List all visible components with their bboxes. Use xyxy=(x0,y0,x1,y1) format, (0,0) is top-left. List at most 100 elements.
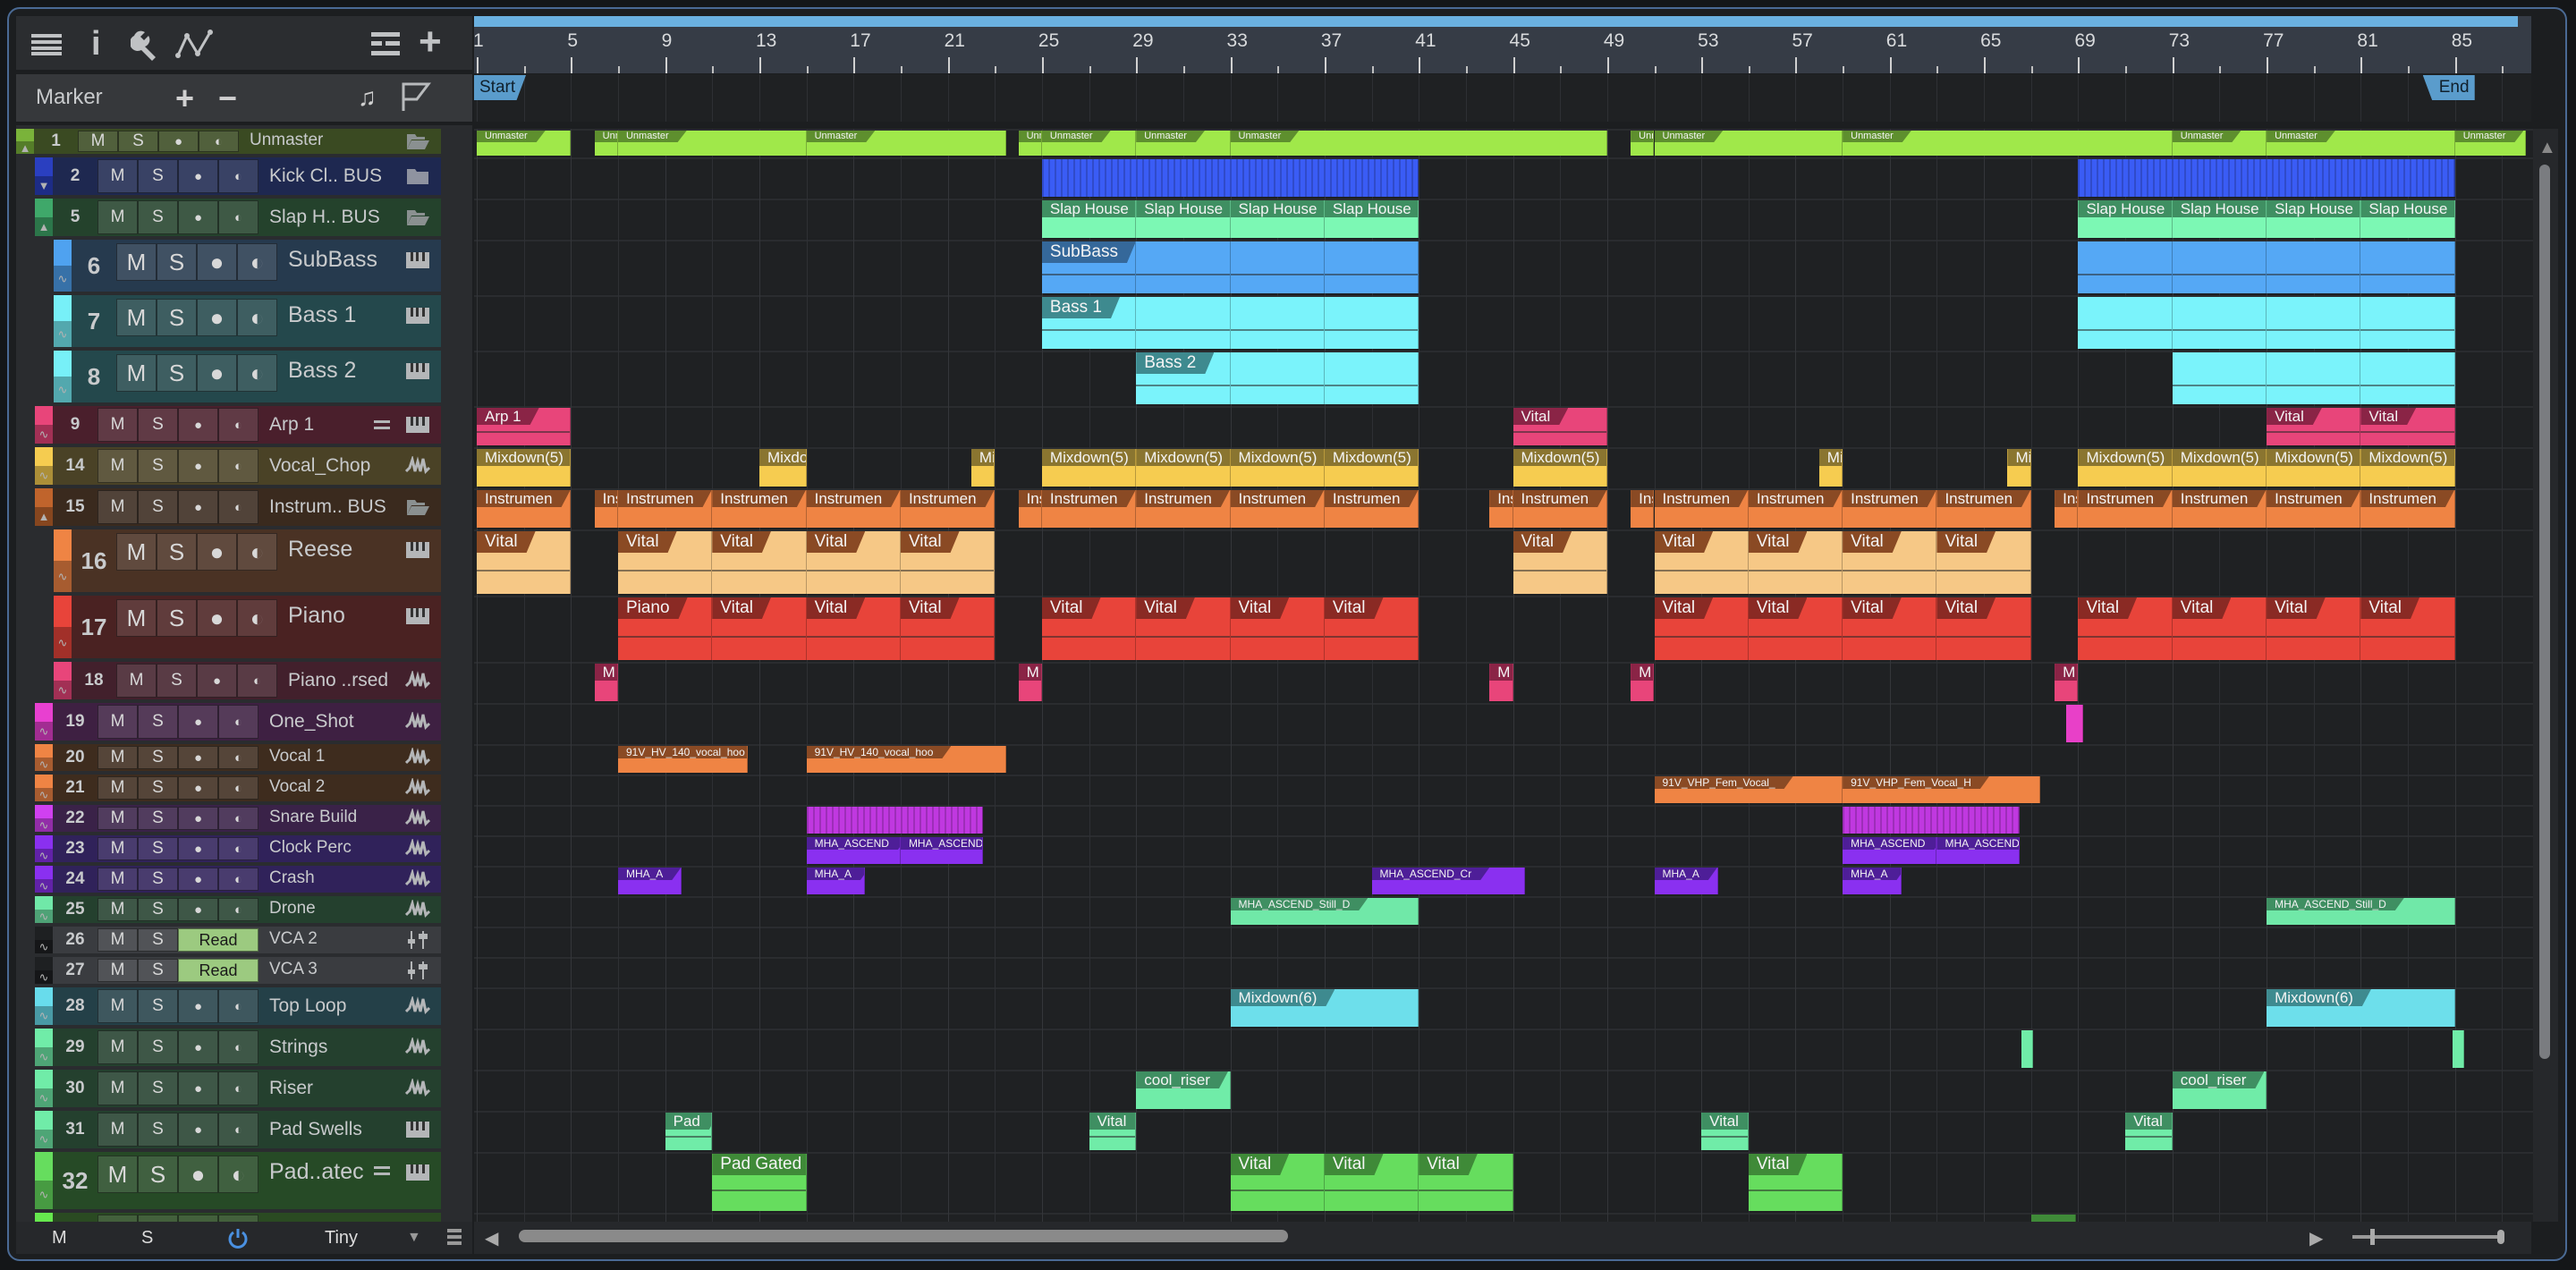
monitor-button[interactable]: ◐ xyxy=(218,1156,258,1193)
track-color-swatch[interactable] xyxy=(35,896,53,910)
track-color-strip[interactable]: ▼ xyxy=(35,157,53,195)
clip[interactable]: Instrumen xyxy=(1041,490,1137,528)
clip[interactable] xyxy=(2172,352,2267,404)
track-name[interactable]: Slap H.. BUS xyxy=(269,207,401,228)
mute-button[interactable]: M xyxy=(97,159,138,193)
track-name[interactable]: Reese xyxy=(288,537,401,563)
track-color-strip[interactable]: ▲ xyxy=(16,129,34,155)
mute-button[interactable]: M xyxy=(97,1071,138,1105)
track-color-swatch[interactable] xyxy=(35,1213,53,1222)
clip[interactable]: MHA_ASCEND_Still_D xyxy=(2267,898,2455,925)
clip[interactable]: Vital xyxy=(1654,531,1749,594)
monitor-button[interactable]: ◐ xyxy=(218,159,258,193)
clip[interactable]: Instrumen xyxy=(617,490,713,528)
track-header[interactable]: ∿ 9 M S ● ◐ Arp 1 xyxy=(16,406,441,444)
automation-icon[interactable] xyxy=(174,29,217,61)
clip[interactable]: Mixdown(5) xyxy=(2360,449,2455,487)
solo-button[interactable]: S xyxy=(138,408,178,442)
automation-wave-icon[interactable]: ∿ xyxy=(39,758,49,772)
clip[interactable] xyxy=(1230,297,1325,349)
track-color-strip[interactable]: ∿ xyxy=(35,896,53,923)
clip[interactable] xyxy=(1843,807,2020,834)
track-color-strip[interactable]: ∿ xyxy=(54,240,72,292)
automation-toggle[interactable]: ▲ xyxy=(35,507,53,526)
track-color-swatch[interactable] xyxy=(54,351,72,377)
clip[interactable] xyxy=(2172,297,2267,349)
track-color-strip[interactable]: ∿ xyxy=(54,351,72,402)
automation-wave-icon[interactable]: ∿ xyxy=(39,469,49,483)
clip[interactable]: Mixdown(5) xyxy=(1136,449,1231,487)
track-header[interactable]: ∿ 31 M S ● ◐ Pad Swells xyxy=(16,1111,441,1148)
track-color-strip[interactable]: ∿ xyxy=(35,1070,53,1107)
track-header[interactable]: ∿ 20 M S ● ◐ Vocal 1 xyxy=(16,744,441,771)
track-color-swatch[interactable] xyxy=(35,835,53,849)
mute-button[interactable]: M xyxy=(97,1030,138,1064)
track-color-swatch[interactable] xyxy=(54,295,72,321)
monitor-button[interactable]: ◐ xyxy=(237,354,277,392)
clip[interactable]: Mixdown(5) xyxy=(2007,449,2031,487)
automation-wave-icon[interactable]: ∿ xyxy=(39,1009,49,1023)
automation-toggle[interactable]: ∿ xyxy=(35,1130,53,1148)
automation-toggle[interactable]: ∿ xyxy=(35,1006,53,1025)
track-name[interactable]: Top Loop xyxy=(269,995,401,1017)
clip[interactable]: Vital xyxy=(1748,531,1843,594)
clip[interactable]: M xyxy=(1018,664,1042,701)
track-color-swatch[interactable] xyxy=(35,1029,53,1047)
clip[interactable]: MHA_ASCEND xyxy=(1936,837,2020,864)
clip[interactable]: M xyxy=(1489,664,1513,701)
solo-button[interactable]: S xyxy=(138,989,178,1023)
automation-wave-icon[interactable]: ∿ xyxy=(58,570,68,584)
clip[interactable]: Instrumen xyxy=(900,490,996,528)
record-button[interactable]: ● xyxy=(178,449,218,483)
clip[interactable]: Vital xyxy=(2078,597,2173,660)
record-button[interactable]: ● xyxy=(197,354,237,392)
clip[interactable]: Vital xyxy=(1513,531,1607,594)
track-color-swatch[interactable] xyxy=(35,744,53,758)
track-header[interactable]: ∿ 16 M S ● ◐ Reese xyxy=(16,529,441,592)
record-button[interactable]: ● xyxy=(178,1156,218,1193)
clip[interactable]: Vital xyxy=(1843,597,1937,660)
track-color-swatch[interactable] xyxy=(35,866,53,879)
track-color-strip[interactable]: ∿ xyxy=(35,957,53,984)
track-header[interactable]: ∿MS●◐ xyxy=(16,1213,441,1222)
track-lane[interactable] xyxy=(474,775,2533,803)
clip[interactable] xyxy=(2360,297,2455,349)
clip[interactable]: Instrumen xyxy=(712,490,807,528)
solo-button[interactable]: S xyxy=(157,599,197,637)
mute-button[interactable]: M xyxy=(97,928,138,952)
solo-button[interactable]: S xyxy=(138,898,178,921)
track-name[interactable]: SubBass xyxy=(288,247,401,273)
clip[interactable]: Instrumen xyxy=(1843,490,1937,528)
automation-wave-icon[interactable]: ∿ xyxy=(39,1050,49,1064)
track-color-strip[interactable]: ∿ xyxy=(35,775,53,801)
clip[interactable]: Vital xyxy=(477,531,572,594)
automation-toggle[interactable]: ∿ xyxy=(54,681,72,699)
mute-button[interactable]: M xyxy=(116,354,157,392)
clip[interactable]: Unmaster xyxy=(1654,131,1843,156)
track-color-strip[interactable]: ∿ xyxy=(35,703,53,741)
clip[interactable]: Unmaster xyxy=(1230,131,1607,156)
clip[interactable] xyxy=(1230,241,1325,293)
clip[interactable] xyxy=(1041,159,1419,197)
track-header[interactable]: ▲ 15 M S ● ◐ Instrum.. BUS xyxy=(16,488,441,526)
clip[interactable]: Vital xyxy=(1136,597,1231,660)
mute-button[interactable]: M xyxy=(97,868,138,891)
clip[interactable]: Instrumen xyxy=(477,490,572,528)
mute-button[interactable]: M xyxy=(97,705,138,739)
track-header[interactable]: ∿ 18 M S ● ◐ Piano ..rsed xyxy=(16,662,441,699)
mute-button[interactable]: M xyxy=(97,989,138,1023)
clip[interactable] xyxy=(2078,297,2173,349)
solo-button[interactable]: S xyxy=(138,1030,178,1064)
clip[interactable]: Pad Gated xyxy=(712,1154,807,1211)
monitor-button[interactable]: ◐ xyxy=(218,200,258,234)
automation-toggle[interactable]: ∿ xyxy=(54,377,72,402)
automation-toggle[interactable]: ∿ xyxy=(35,1047,53,1066)
clip[interactable]: Slap House xyxy=(1324,200,1419,238)
clip[interactable]: Piano xyxy=(617,597,713,660)
track-color-swatch[interactable] xyxy=(54,662,72,681)
automation-toggle[interactable]: ∿ xyxy=(54,321,72,347)
clip[interactable]: Mixdown(5) xyxy=(1513,449,1607,487)
record-button[interactable]: ● xyxy=(178,898,218,921)
automation-toggle[interactable]: ∿ xyxy=(35,466,53,485)
mute-button[interactable]: M xyxy=(116,533,157,571)
